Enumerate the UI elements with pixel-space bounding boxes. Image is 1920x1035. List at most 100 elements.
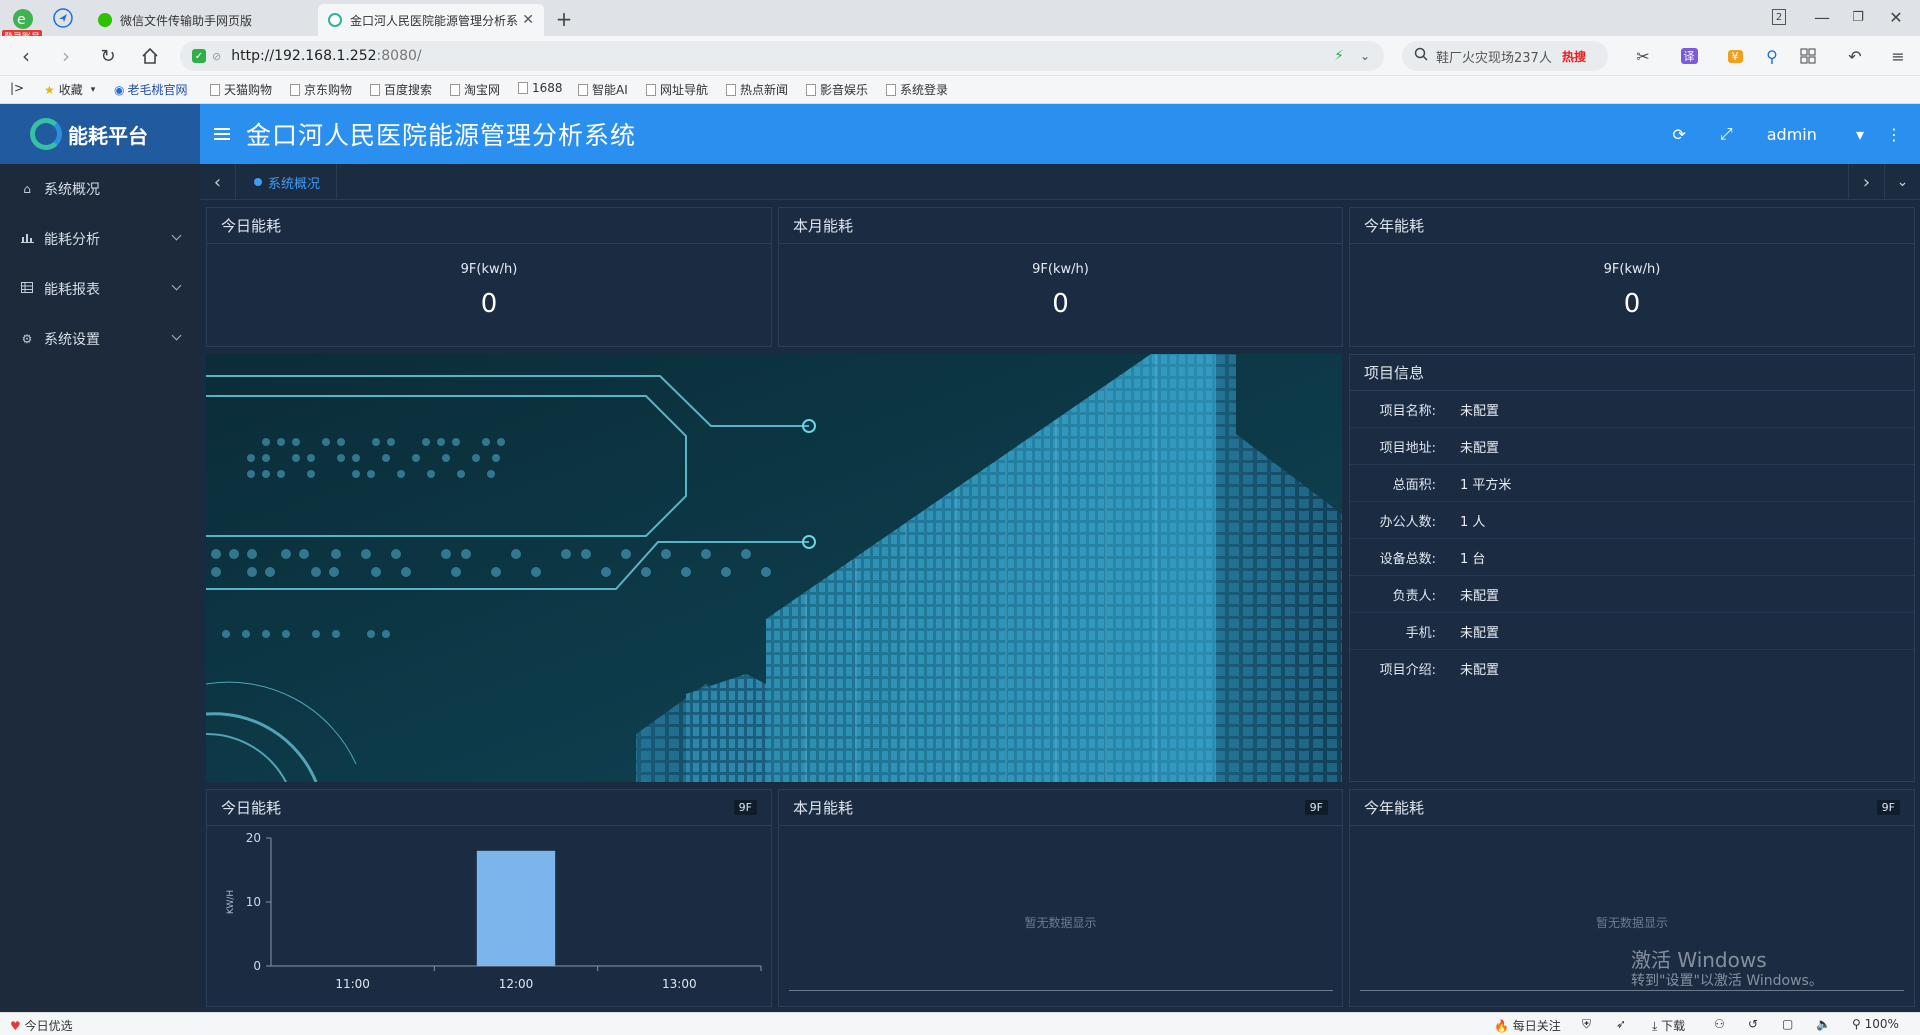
download-button[interactable]: ⤓ 下载	[1652, 1017, 1685, 1034]
sidebar: ⌂ 系统概况 能耗分析 能耗报表 ⚙ 系统设置	[0, 164, 200, 1012]
address-bar[interactable]: ✓ ⊘ http://192.168.1.252 :8080/ ⚡ ⌄	[180, 41, 1384, 71]
minimize-button[interactable]: —	[1810, 6, 1834, 28]
browser-status-bar: ♥ 今日优选 🔥 每日关注 ⛨ ➶ ⤓ 下载 ⚇ ↺ ▢ 🔈 ⚲ 100%	[0, 1012, 1920, 1035]
bookmark-item[interactable]: 智能AI	[578, 81, 628, 98]
tab-scroll-left-button[interactable]: ‹	[200, 164, 236, 200]
page-icon	[518, 82, 528, 94]
security-status-icon[interactable]: ⛨	[1582, 1017, 1591, 1032]
app-logo[interactable]: 能耗平台	[0, 104, 200, 164]
page-tab-strip: ‹ 系统概况 › ⌄	[200, 164, 1920, 200]
bookmark-item[interactable]: 热点新闻	[726, 81, 788, 98]
bookmark-item[interactable]: 系统登录	[886, 81, 948, 98]
sidebar-item-label: 系统概况	[44, 182, 100, 198]
bookmark-label: 网址导航	[660, 83, 709, 97]
user-menu[interactable]: admin ▾	[1767, 125, 1864, 144]
sidebar-item-settings[interactable]: ⚙ 系统设置	[0, 314, 200, 364]
sidebar-item-analysis[interactable]: 能耗分析	[0, 214, 200, 264]
info-value: 未配置	[1460, 588, 1500, 604]
hot-search-label[interactable]: 热搜	[1562, 48, 1586, 65]
sound-icon[interactable]: 🔈	[1816, 1017, 1831, 1031]
shield-badge-icon[interactable]: ¥	[1720, 45, 1750, 67]
fullscreen-icon[interactable]: ⤢	[1720, 124, 1733, 144]
more-vertical-icon[interactable]: ⋮	[1886, 125, 1902, 144]
bookmark-item[interactable]: 网址导航	[646, 81, 708, 98]
chevron-down-icon[interactable]: ⌄	[1360, 49, 1370, 63]
bookmark-favorites[interactable]: ★ 收藏 ▾	[44, 81, 95, 98]
forward-icon[interactable]: ›	[54, 44, 78, 68]
sidebar-item-label: 能耗报表	[44, 282, 100, 298]
page-icon	[210, 83, 220, 96]
bookmarks-bar: |> ★ 收藏 ▾ ◉ 老毛桃官网 天猫购物 京东购物 百度搜索 淘宝网 1688 智…	[0, 76, 1920, 104]
tab-options-button[interactable]: ⌄	[1884, 164, 1920, 200]
user-name: admin	[1766, 124, 1817, 144]
lightning-icon[interactable]: ⚡	[1334, 48, 1344, 64]
bookmark-item[interactable]: 天猫购物	[210, 81, 272, 98]
rocket-icon[interactable]: ➶	[1616, 1017, 1626, 1031]
x-tick-label: 12:00	[499, 977, 534, 991]
browser-tab-title: 微信文件传输助手网页版	[120, 13, 253, 28]
kpi-today-panel: 今日能耗 9F(kw/h) 0	[206, 207, 772, 347]
panel-title-wrap: 本月能耗 9F	[779, 790, 1342, 826]
tab-count-badge[interactable]: 2	[1772, 9, 1786, 25]
info-row-phone: 手机: 未配置	[1350, 613, 1914, 650]
floor-badge[interactable]: 9F	[1876, 800, 1900, 815]
browser-tab-active[interactable]: 金口河人民医院能源管理分析系 ✕	[318, 4, 544, 36]
floor-badge[interactable]: 9F	[733, 800, 757, 815]
magnifier-icon[interactable]: ⚲	[1760, 45, 1784, 67]
page-icon	[290, 83, 300, 96]
bookmark-label: 淘宝网	[464, 83, 501, 97]
tab-scroll-right-button[interactable]: ›	[1848, 164, 1884, 200]
status-label: 下载	[1661, 1019, 1686, 1033]
browser-tab-wechat[interactable]: 微信文件传输助手网页版	[88, 4, 314, 36]
scissors-icon[interactable]: ✂	[1628, 45, 1658, 67]
daily-follow-link[interactable]: 🔥 每日关注	[1494, 1017, 1561, 1034]
browser-search-box[interactable]: 鞋厂火灾现场237人 热搜	[1402, 41, 1608, 71]
game-icon[interactable]: ⚇	[1714, 1017, 1725, 1031]
close-window-button[interactable]: ✕	[1884, 6, 1908, 28]
new-tab-button[interactable]: +	[552, 7, 576, 31]
today-picks-link[interactable]: ♥ 今日优选	[10, 1017, 73, 1034]
sidebar-item-overview[interactable]: ⌂ 系统概况	[0, 164, 200, 214]
close-tab-icon[interactable]: ✕	[522, 12, 534, 28]
back-icon[interactable]: ‹	[14, 44, 38, 68]
panel-title: 今年能耗	[1364, 799, 1425, 817]
browser-logo-icon[interactable]: e	[10, 6, 36, 32]
bookmark-item[interactable]: 京东购物	[290, 81, 352, 98]
menu-toggle-icon[interactable]	[214, 128, 230, 140]
send-icon[interactable]	[52, 7, 74, 29]
translate-icon[interactable]: 译	[1674, 45, 1704, 67]
reload-icon[interactable]: ↻	[96, 44, 120, 68]
table-icon	[20, 282, 34, 296]
url-host: http://192.168.1.252	[231, 48, 377, 64]
info-row-intro: 项目介绍: 未配置	[1350, 650, 1914, 687]
panel-title-wrap: 今日能耗 9F	[207, 790, 771, 826]
panel-title-wrap: 今年能耗 9F	[1350, 790, 1914, 826]
info-label: 总面积:	[1392, 477, 1436, 493]
undo-icon[interactable]: ↶	[1840, 45, 1870, 67]
refresh-icon[interactable]: ⟳	[1673, 125, 1686, 144]
floor-badge[interactable]: 9F	[1304, 800, 1328, 815]
bookmark-label: 收藏	[58, 83, 83, 97]
bar-chart-icon	[20, 232, 34, 246]
restore-button[interactable]: ❐	[1846, 6, 1870, 28]
apps-grid-icon[interactable]	[1796, 45, 1820, 67]
bookmark-label: 热点新闻	[740, 83, 789, 97]
bookmark-item[interactable]: 百度搜索	[370, 81, 432, 98]
sync-icon[interactable]: ↺	[1748, 1017, 1758, 1031]
zoom-level[interactable]: ⚲ 100%	[1852, 1017, 1899, 1031]
bookmark-label: 系统登录	[900, 83, 949, 97]
sidebar-item-reports[interactable]: 能耗报表	[0, 264, 200, 314]
y-axis-label: KW/H	[226, 890, 236, 914]
home-page-icon[interactable]	[138, 44, 162, 68]
bookmark-item[interactable]: ◉ 老毛桃官网	[114, 81, 188, 98]
page-icon	[450, 83, 460, 96]
x-axis-line	[1360, 990, 1904, 991]
sidebar-toggle-icon[interactable]: |>	[10, 81, 24, 95]
bookmark-item[interactable]: 影音娱乐	[806, 81, 868, 98]
bookmark-item[interactable]: 淘宝网	[450, 81, 500, 98]
bookmark-label: 智能AI	[592, 83, 628, 97]
window-icon[interactable]: ▢	[1782, 1017, 1793, 1031]
menu-icon[interactable]: ≡	[1886, 45, 1910, 67]
bookmark-item[interactable]: 1688	[518, 81, 563, 95]
tab-overview[interactable]: 系统概况	[236, 164, 338, 200]
